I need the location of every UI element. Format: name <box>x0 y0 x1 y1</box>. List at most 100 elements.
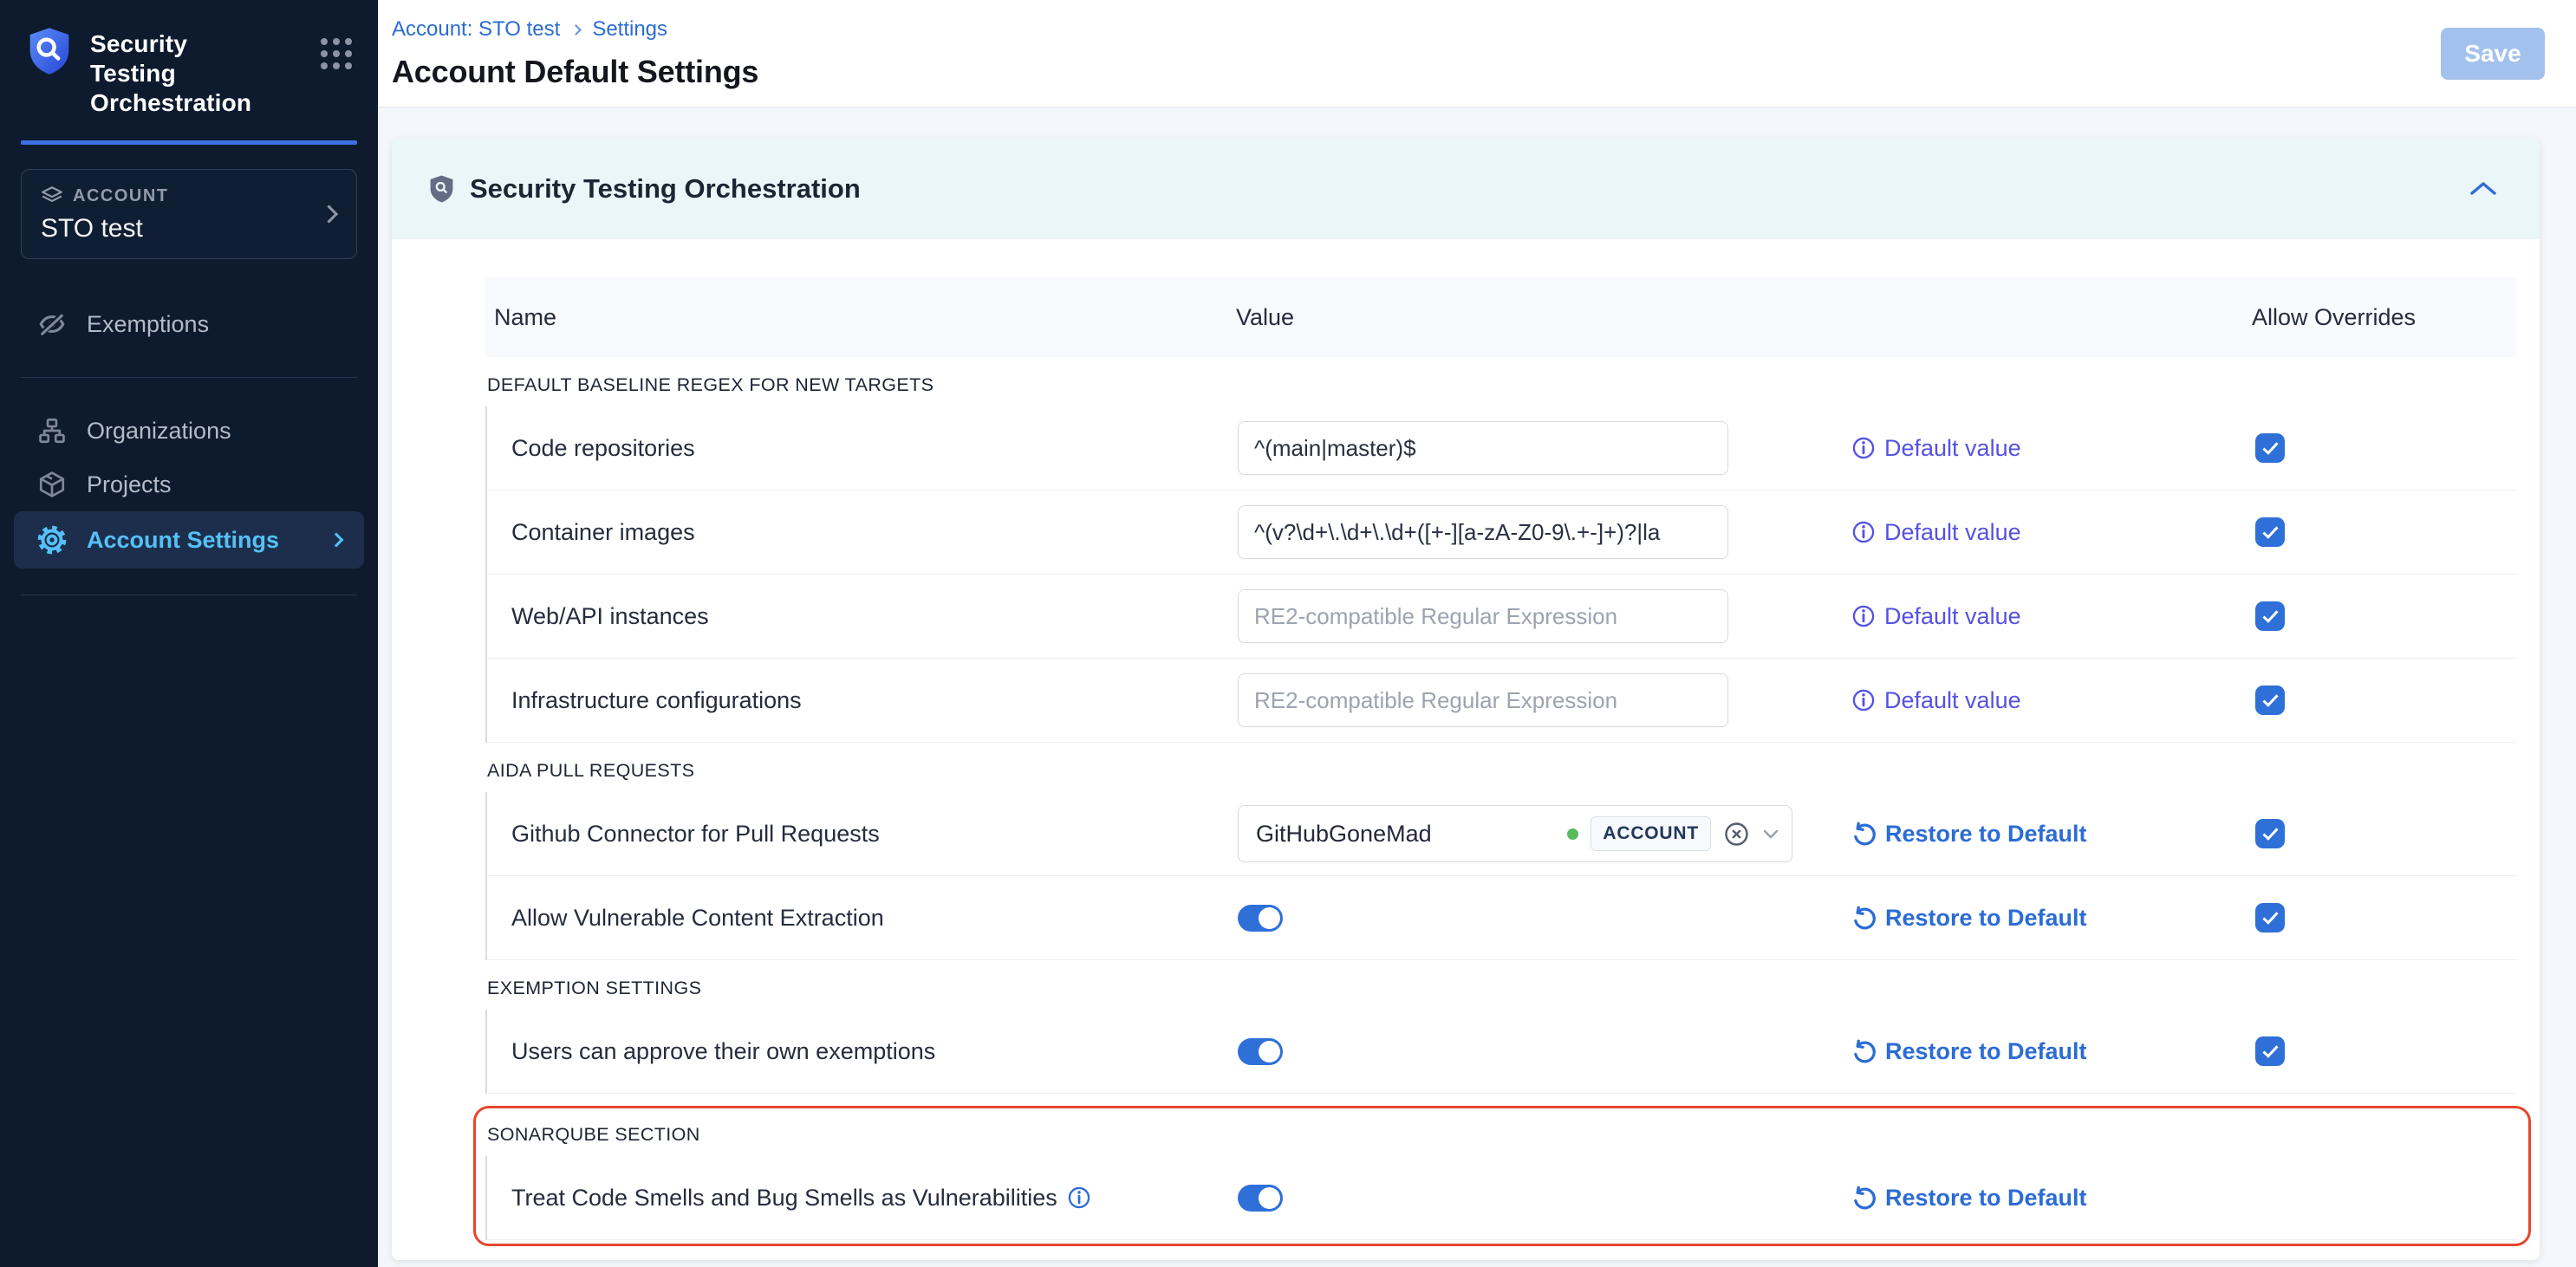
card-body: Name Value Allow Overrides DEFAULT BASEL… <box>392 239 2540 1260</box>
web-api-instances-input[interactable] <box>1238 589 1728 643</box>
code-repositories-input[interactable] <box>1238 421 1728 475</box>
row-value-cell <box>1238 505 1851 559</box>
restore-to-default-link[interactable]: Restore to Default <box>1851 905 2087 932</box>
toggle-knob <box>1259 1187 1280 1209</box>
row-label: Users can approve their own exemptions <box>487 1038 1238 1065</box>
column-header-allow-overrides: Allow Overrides <box>2252 304 2517 331</box>
row-label-text: Container images <box>511 519 695 546</box>
settings-row: Code repositories Default value <box>487 406 2517 491</box>
infrastructure-configurations-input[interactable] <box>1238 673 1728 727</box>
settings-row: Allow Vulnerable Content Extraction Resto… <box>487 876 2517 960</box>
default-value-chip[interactable]: Default value <box>1851 687 2021 714</box>
restore-icon <box>1851 822 1877 847</box>
row-label: Treat Code Smells and Bug Smells as Vuln… <box>487 1185 1238 1212</box>
override-checkbox[interactable] <box>2255 433 2285 463</box>
row-label: Infrastructure configurations <box>487 687 1238 714</box>
sidebar-item-label: Projects <box>87 471 172 498</box>
restore-to-default-link[interactable]: Restore to Default <box>1851 821 2087 848</box>
breadcrumb-separator-icon <box>570 24 582 36</box>
section-rows: Users can approve their own exemptions Re… <box>485 1010 2517 1094</box>
breadcrumb: Account: STO test Settings <box>392 17 2576 42</box>
override-checkbox[interactable] <box>2255 819 2285 848</box>
row-override-cell <box>2254 517 2517 547</box>
override-checkbox[interactable] <box>2255 685 2285 715</box>
sidebar-item-exemptions[interactable]: Exemptions <box>0 297 378 351</box>
override-checkbox[interactable] <box>2255 1036 2285 1066</box>
module-accent-divider <box>21 140 357 145</box>
override-checkbox[interactable] <box>2255 601 2285 631</box>
cube-icon <box>36 469 68 500</box>
collapse-chevron-up-icon[interactable] <box>2469 179 2498 198</box>
row-label: Github Connector for Pull Requests <box>487 821 1238 848</box>
override-checkbox[interactable] <box>2255 517 2285 547</box>
restore-to-default-link[interactable]: Restore to Default <box>1851 1185 2087 1212</box>
users-can-approve-their-own-exemptions-toggle[interactable] <box>1238 1038 1283 1065</box>
restore-icon <box>1851 1039 1877 1064</box>
breadcrumb-link-settings[interactable]: Settings <box>592 17 667 42</box>
row-label-text: Github Connector for Pull Requests <box>511 821 880 848</box>
settings-row: Infrastructure configurations Default val… <box>487 659 2517 743</box>
sidebar-item-projects[interactable]: Projects <box>0 458 378 511</box>
page-title: Account Default Settings <box>392 54 2576 90</box>
info-icon <box>1851 604 1876 628</box>
settings-row: Treat Code Smells and Bug Smells as Vuln… <box>487 1156 2517 1240</box>
section-label: AIDA PULL REQUESTS <box>485 743 2517 792</box>
default-value-chip[interactable]: Default value <box>1851 435 2021 462</box>
row-value-cell <box>1238 905 1851 932</box>
row-label-text: Allow Vulnerable Content Extraction <box>511 905 884 932</box>
clear-icon[interactable] <box>1723 821 1750 848</box>
settings-row: Github Connector for Pull Requests GitHub… <box>487 792 2517 876</box>
account-scope-label: ACCOUNT <box>73 186 169 206</box>
row-label: Allow Vulnerable Content Extraction <box>487 905 1238 932</box>
row-label-text: Code repositories <box>511 435 695 462</box>
chevron-right-icon <box>329 533 344 548</box>
toggle-knob <box>1259 1041 1280 1062</box>
restore-to-default-link[interactable]: Restore to Default <box>1851 1038 2087 1065</box>
module-grid-icon[interactable] <box>321 38 352 69</box>
gear-icon <box>36 524 68 556</box>
default-value-label: Default value <box>1884 603 2021 630</box>
toggle-knob <box>1259 907 1280 929</box>
row-action-cell: Default value <box>1851 687 2254 714</box>
org-chart-icon <box>36 415 68 446</box>
allow-vulnerable-content-extraction-toggle[interactable] <box>1238 905 1283 932</box>
default-value-chip[interactable]: Default value <box>1851 603 2021 630</box>
container-images-input[interactable] <box>1238 505 1728 559</box>
treat-code-smells-and-bug-smells-as-vulnerabilities-toggle[interactable] <box>1238 1185 1283 1212</box>
column-header-name: Name <box>485 304 1236 331</box>
app-window: Security Testing Orchestration ACCOUNT S… <box>0 0 2576 1267</box>
checkmark-icon <box>2262 1042 2278 1058</box>
chevron-down-icon[interactable] <box>1762 828 1779 840</box>
row-label: Web/API instances <box>487 603 1238 630</box>
row-label-text: Users can approve their own exemptions <box>511 1038 935 1065</box>
settings-row: Web/API instances Default value <box>487 575 2517 659</box>
checkmark-icon <box>2262 523 2278 539</box>
restore-icon <box>1851 1186 1877 1211</box>
shield-icon <box>428 174 455 204</box>
row-action-cell: Default value <box>1851 519 2254 546</box>
row-value-cell: GitHubGoneMadACCOUNT <box>1238 805 1851 862</box>
settings-row: Container images Default value <box>487 491 2517 575</box>
checkmark-icon <box>2262 607 2278 623</box>
card-header: Security Testing Orchestration <box>392 139 2540 239</box>
override-checkbox[interactable] <box>2255 903 2285 932</box>
restore-label: Restore to Default <box>1885 905 2087 932</box>
row-value-cell <box>1238 421 1851 475</box>
connector-select[interactable]: GitHubGoneMadACCOUNT <box>1238 805 1792 862</box>
info-icon[interactable] <box>1067 1186 1091 1210</box>
sidebar-item-account-settings[interactable]: Account Settings <box>14 511 364 569</box>
default-value-label: Default value <box>1884 687 2021 714</box>
row-action-cell: Restore to Default <box>1851 905 2254 932</box>
sidebar-item-organizations[interactable]: Organizations <box>0 404 378 458</box>
connector-scope-tag: ACCOUNT <box>1590 816 1711 851</box>
settings-section-highlighted: SONARQUBE SECTIONTreat Code Smells and B… <box>473 1106 2531 1246</box>
account-name: STO test <box>41 214 337 244</box>
save-button[interactable]: Save <box>2441 28 2545 80</box>
breadcrumb-link-account[interactable]: Account: STO test <box>392 17 560 42</box>
topbar: Account: STO test Settings Account Defau… <box>378 0 2576 107</box>
layers-icon <box>41 185 63 207</box>
default-value-chip[interactable]: Default value <box>1851 519 2021 546</box>
restore-label: Restore to Default <box>1885 1038 2087 1065</box>
account-scope-selector[interactable]: ACCOUNT STO test <box>21 169 357 259</box>
section-rows: Github Connector for Pull Requests GitHub… <box>485 792 2517 960</box>
